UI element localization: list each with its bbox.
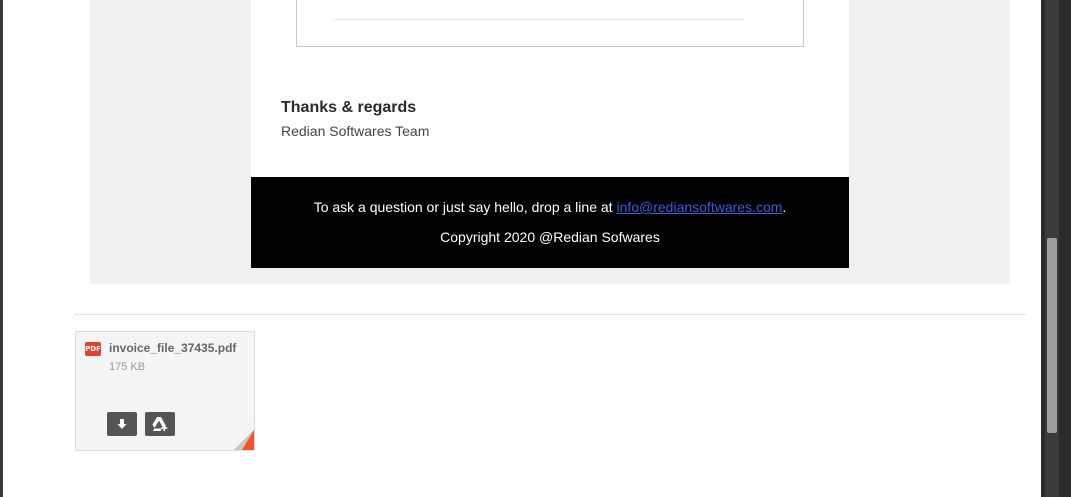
download-icon [117, 419, 127, 429]
contact-text: To ask a question or just say hello, dro… [313, 199, 617, 215]
page-fold-corner [234, 430, 254, 450]
attachment-card[interactable]: PDF invoice_file_37435.pdf 175 KB [75, 331, 255, 451]
contact-line: To ask a question or just say hello, dro… [251, 199, 849, 215]
signoff-heading: Thanks & regards [281, 99, 417, 116]
left-window-edge [0, 0, 3, 497]
attachment-file-size: 175 KB [109, 361, 146, 373]
save-to-drive-button[interactable] [145, 412, 175, 436]
team-name: Redian Softwares Team [281, 123, 430, 139]
contact-email-link[interactable]: info@rediansoftwares.com [616, 199, 782, 215]
pdf-icon: PDF [85, 342, 101, 356]
email-footer: To ask a question or just say hello, dro… [251, 177, 849, 268]
scrollbar-thumb[interactable] [1047, 238, 1057, 433]
google-drive-icon [152, 417, 168, 431]
attachments-divider [75, 314, 1025, 315]
copyright-text: Copyright 2020 @Redian Sofwares [440, 229, 660, 245]
email-viewer: Thanks & regards Redian Softwares Team T… [0, 0, 1071, 497]
download-button[interactable] [107, 412, 137, 436]
attachment-file-name[interactable]: invoice_file_37435.pdf [109, 341, 236, 355]
content-divider [333, 19, 744, 20]
content-box [296, 0, 804, 47]
contact-suffix: . [782, 199, 787, 215]
